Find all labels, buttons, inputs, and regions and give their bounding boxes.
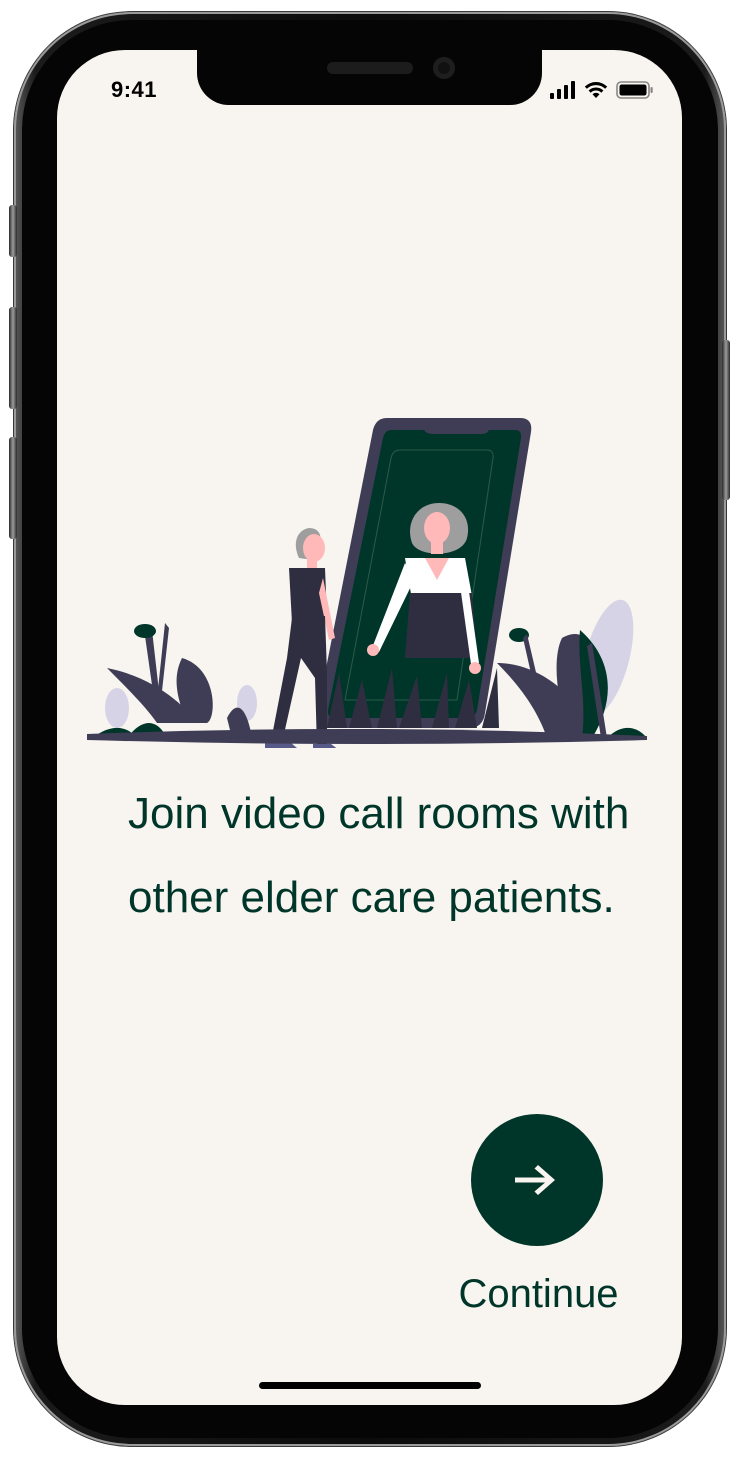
leaf-decoration [105,688,129,728]
volume-up-button [9,307,17,409]
mute-switch [9,205,17,257]
front-camera [433,57,455,79]
app-screen: 9:41 Join video call rooms with other el… [57,50,682,1405]
continue-button[interactable] [471,1114,603,1246]
arrow-right-icon [515,1165,555,1195]
home-indicator [259,1382,481,1389]
volume-down-button [9,437,17,539]
cellular-signal-icon [550,81,575,99]
battery-icon [616,81,653,99]
notch [197,50,542,105]
earpiece-speaker [327,62,413,74]
continue-label[interactable]: Continue [451,1272,626,1317]
status-time: 9:41 [111,77,158,102]
video-call-illustration [87,418,647,748]
onboarding-headline: Join video call rooms with other elder c… [128,789,630,922]
power-button [722,340,730,500]
status-icons [550,80,654,100]
wifi-icon [584,82,608,98]
